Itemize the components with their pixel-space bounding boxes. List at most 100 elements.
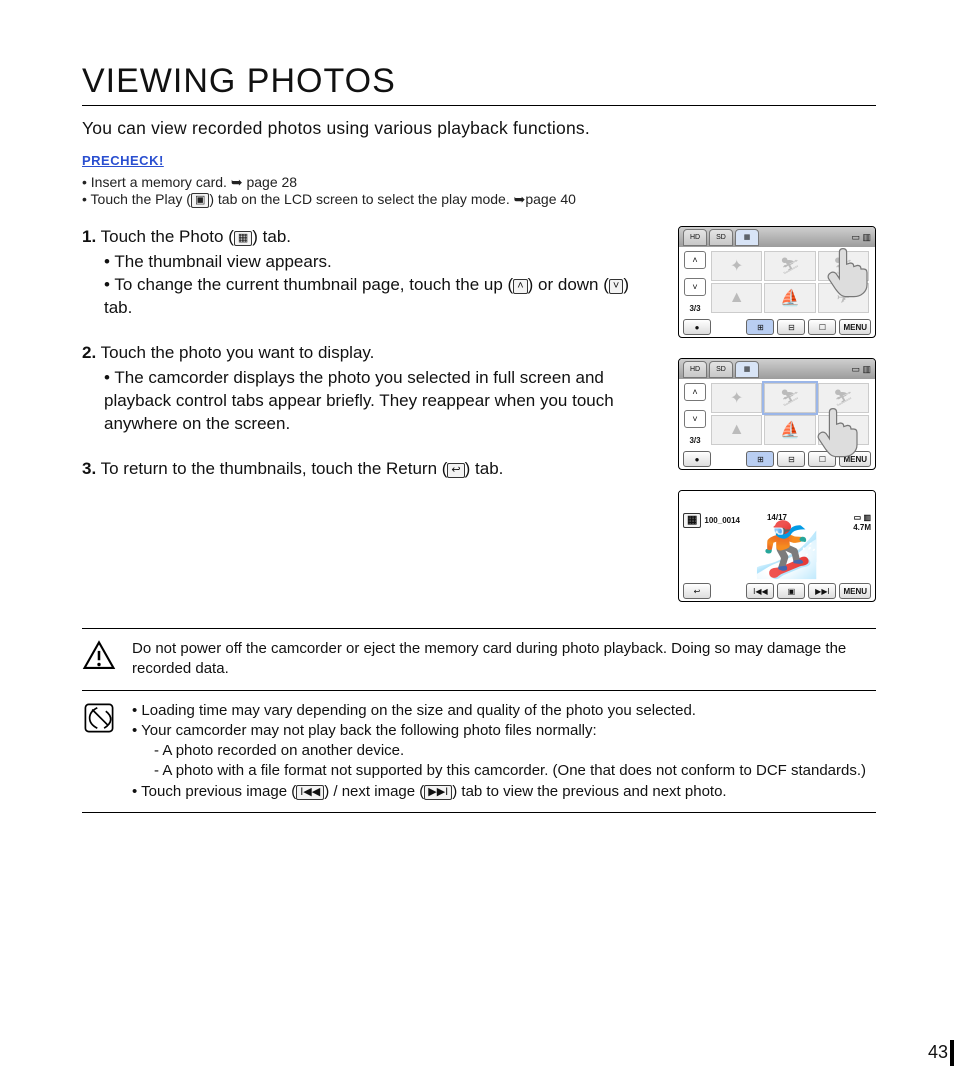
thumbnail[interactable]: ⛷ [818,383,869,413]
note-icon [82,701,116,735]
page-down-button[interactable]: ˅ [684,278,706,296]
up-icon: ˄ [513,279,527,294]
precheck-text: Insert a memory card. [91,174,231,190]
photo-content: 🏂 [753,519,820,582]
date-view-button[interactable]: ☐ [808,451,836,467]
warning-icon [82,639,116,673]
grid3-button[interactable]: ⊞ [746,451,774,467]
thumbnail-selected[interactable]: ⛷ [764,383,815,413]
arrow-icon: ➥ [231,174,243,191]
lcd-figure-select-photo: HD SD ▦ ▭ ▥ ˄ ˅ 3/3 ✦ ⛷ ⛷ ▲ ⛵ ✈ [678,358,876,470]
step-number: 1. [82,227,96,246]
menu-button[interactable]: MENU [839,451,871,467]
thumbnail-grid: ✦ ⛷ ⛷ ▲ ⛵ ✈ [711,383,869,445]
page-indicator: 3/3 [689,304,700,313]
page-down-button[interactable]: ˅ [684,410,706,428]
thumbnail[interactable]: ⛵ [764,415,815,445]
hd-tab[interactable]: HD [683,229,707,246]
photo-tab[interactable]: ▦ [735,229,759,246]
thumbnail[interactable]: ✦ [711,251,762,281]
note-text: Touch previous image ( [141,783,296,800]
step-sub: The thumbnail view appears. [104,251,652,274]
record-mode-button[interactable]: ● [683,319,711,335]
precheck-ref: page 40 [525,191,576,207]
menu-button[interactable]: MENU [839,319,871,335]
thumbnail[interactable]: ⛷ [818,251,869,281]
thumbnail[interactable]: ▲ [711,415,762,445]
note-item: Your camcorder may not play back the fol… [132,721,866,782]
precheck-heading: PRECHECK! [82,153,876,168]
down-icon: ˅ [609,279,623,294]
grid4-button[interactable]: ⊟ [777,319,805,335]
precheck-ref: page 28 [246,174,297,190]
next-image-icon: ▶▶I [424,785,452,800]
note-text: ) tab to view the previous and next phot… [452,783,726,800]
prev-image-button[interactable]: I◀◀ [746,583,774,599]
arrow-icon: ➥ [514,191,526,208]
note-item: Touch previous image (I◀◀) / next image … [132,782,866,802]
info-note: Loading time may vary depending on the s… [82,701,876,802]
page-up-button[interactable]: ˄ [684,383,706,401]
record-mode-button[interactable]: ● [683,451,711,467]
step-number: 2. [82,343,96,362]
sd-tab[interactable]: SD [709,361,733,378]
intro-text: You can view recorded photos using vario… [82,118,876,139]
lcd-figure-fullscreen: ▦ 100_0014 14/17 ▭ ▥ 4.7M 🏂 ↩ I◀◀ ▣ ▶▶I … [678,490,876,602]
slideshow-button[interactable]: ▣ [777,583,805,599]
lcd-figure-thumbnails: HD SD ▦ ▭ ▥ ˄ ˅ 3/3 ✦ ⛷ ⛷ ▲ ⛵ ✈ [678,226,876,338]
divider [82,812,876,813]
step-sub-text: ) or down ( [528,275,609,294]
step-sub: The camcorder displays the photo you sel… [104,367,652,436]
grid3-button[interactable]: ⊞ [746,319,774,335]
step-sub: To change the current thumbnail page, to… [104,274,652,320]
thumbnail[interactable]: ✦ [711,383,762,413]
divider [82,690,876,691]
warning-text: Do not power off the camcorder or eject … [132,639,876,680]
page-number: 43 [928,1042,948,1063]
sd-tab[interactable]: SD [709,229,733,246]
precheck-text: ) tab on the LCD screen to select the pl… [209,191,513,207]
step-3: 3. To return to the thumbnails, touch th… [82,458,652,481]
step-sub-text: To change the current thumbnail page, to… [114,275,513,294]
precheck-item: Insert a memory card. ➥ page 28 [82,174,876,191]
step-text: ) tab. [465,459,504,478]
note-text: Your camcorder may not play back the fol… [141,722,597,739]
note-item: Loading time may vary depending on the s… [132,701,866,721]
battery-icon: ▭ ▥ [851,364,871,375]
precheck-list: Insert a memory card. ➥ page 28 Touch th… [82,174,876,208]
thumbnail[interactable]: ⛵ [764,283,815,313]
next-image-button[interactable]: ▶▶I [808,583,836,599]
precheck-text: Touch the Play ( [91,191,191,207]
note-subitem: A photo with a file format not supported… [154,761,866,781]
page-title: VIEWING PHOTOS [82,62,876,106]
return-button[interactable]: ↩ [683,583,711,599]
thumbnail[interactable]: ✈ [818,415,869,445]
step-text: Touch the photo you want to display. [101,343,375,362]
date-view-button[interactable]: ☐ [808,319,836,335]
step-number: 3. [82,459,96,478]
warning-note: Do not power off the camcorder or eject … [82,639,876,680]
photo-tab-icon: ▦ [234,231,252,246]
thumbnail[interactable]: ▲ [711,283,762,313]
step-text: Touch the Photo ( [101,227,234,246]
note-text: ) / next image ( [324,783,424,800]
step-text: ) tab. [252,227,291,246]
page-up-button[interactable]: ˄ [684,251,706,269]
thumbnail[interactable]: ✈ [818,283,869,313]
thumbnail-grid: ✦ ⛷ ⛷ ▲ ⛵ ✈ [711,251,869,313]
precheck-item: Touch the Play (▣) tab on the LCD screen… [82,191,876,208]
divider [82,628,876,629]
thumbnail[interactable]: ⛷ [764,251,815,281]
return-icon: ↩ [447,463,464,478]
page-indicator: 3/3 [689,436,700,445]
grid4-button[interactable]: ⊟ [777,451,805,467]
prev-image-icon: I◀◀ [296,785,324,800]
menu-button[interactable]: MENU [839,583,871,599]
play-tab-icon: ▣ [191,193,209,208]
step-text: To return to the thumbnails, touch the R… [101,459,448,478]
note-subitem: A photo recorded on another device. [154,741,866,761]
photo-tab[interactable]: ▦ [735,361,759,378]
battery-icon: ▭ ▥ [851,232,871,243]
step-2: 2. Touch the photo you want to display. … [82,342,652,436]
hd-tab[interactable]: HD [683,361,707,378]
